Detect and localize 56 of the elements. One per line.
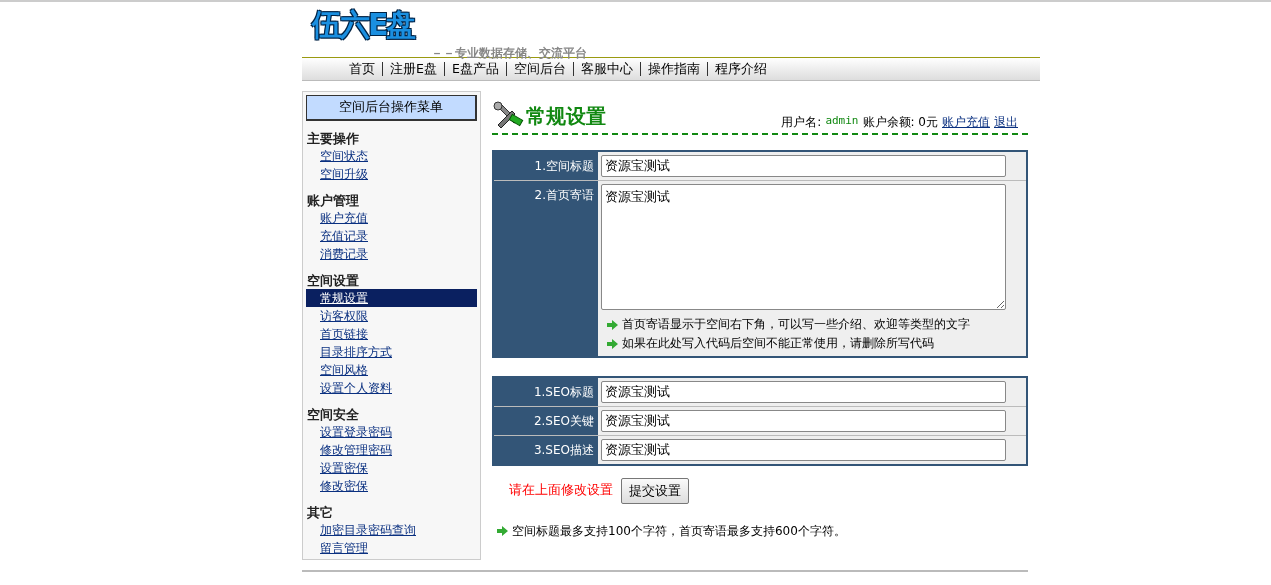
nav-link[interactable]: E盘产品 [443, 62, 506, 76]
menu-link[interactable]: 修改密保 [306, 476, 477, 495]
menu-link[interactable]: 常规设置 [306, 288, 477, 307]
menu-link[interactable]: 修改管理密码 [306, 440, 477, 459]
tagline: －－专业数据存储、交流平台 [430, 45, 587, 57]
menu-link[interactable]: 留言管理 [306, 538, 477, 557]
menu-link[interactable]: 目录排序方式 [306, 342, 477, 361]
nav-link[interactable]: 注册E盘 [382, 62, 444, 76]
arrow-icon [497, 525, 508, 536]
logout-link[interactable]: 退出 [994, 113, 1018, 131]
menu-link[interactable]: 充值记录 [306, 226, 477, 245]
recharge-link[interactable]: 账户充值 [942, 113, 990, 131]
input-field[interactable]: 资源宝测试 [601, 381, 1006, 403]
nav-link[interactable]: 客服中心 [572, 62, 640, 76]
menu-link[interactable]: 空间升级 [306, 164, 477, 183]
menu-group-heading: 其它 [307, 504, 334, 521]
text-area[interactable]: 资源宝测试 [601, 184, 1006, 310]
nav-link[interactable]: 操作指南 [639, 62, 707, 76]
menu-link[interactable]: 空间状态 [306, 146, 477, 165]
prompt-text: 请在上面修改设置 [509, 481, 613, 500]
menu-link[interactable]: 账户充值 [306, 208, 477, 227]
nav-link[interactable]: 首页 [342, 62, 382, 76]
username-label: 用户名: [781, 114, 822, 131]
menu-group-heading: 空间设置 [307, 272, 360, 289]
menu-link[interactable]: 消费记录 [306, 244, 477, 263]
username: admin [825, 113, 859, 129]
input-field[interactable]: 资源宝测试 [601, 410, 1006, 432]
field-label: 3.SEO描述 [494, 436, 598, 464]
menu-link[interactable]: 加密目录密码查询 [306, 520, 477, 539]
arrow-icon [607, 319, 618, 330]
menu-link[interactable]: 设置密保 [306, 458, 477, 477]
menu-link[interactable]: 设置个人资料 [306, 378, 477, 397]
menu-link[interactable]: 访客权限 [306, 306, 477, 325]
field-label: 1.空间标题 [494, 152, 598, 180]
nav-link[interactable]: 程序介绍 [706, 62, 774, 76]
field-label: 1.SEO标题 [494, 378, 598, 406]
menu-link[interactable]: 首页链接 [306, 324, 477, 343]
field-label: 2.SEO关键 [494, 407, 598, 435]
hint-text: 首页寄语显示于空间右下角，可以写一些介绍、欢迎等类型的文字 [622, 316, 970, 333]
submit-button[interactable]: 提交设置 [621, 478, 689, 504]
nav-link[interactable]: 空间后台 [505, 62, 573, 76]
tools-icon [492, 101, 526, 131]
field-label: 2.首页寄语 [494, 181, 598, 356]
menu-link[interactable]: 设置登录密码 [306, 422, 477, 441]
sidebar-title: 空间后台操作菜单 [306, 95, 477, 121]
menu-group-heading: 主要操作 [307, 130, 360, 147]
balance-text: 账户余额: 0元 [862, 114, 938, 131]
menu-group-heading: 账户管理 [307, 192, 360, 209]
menu-link[interactable]: 空间风格 [306, 360, 477, 379]
menu-group-heading: 空间安全 [307, 406, 360, 423]
note-text: 空间标题最多支持100个字符，首页寄语最多支持600个字符。 [512, 522, 846, 540]
input-field[interactable]: 资源宝测试 [601, 155, 1006, 177]
hint-text: 如果在此处写入代码后空间不能正常使用，请删除所写代码 [622, 335, 934, 352]
arrow-icon [607, 338, 618, 349]
input-field[interactable]: 资源宝测试 [601, 439, 1006, 461]
page-title: 常规设置 [526, 103, 606, 130]
